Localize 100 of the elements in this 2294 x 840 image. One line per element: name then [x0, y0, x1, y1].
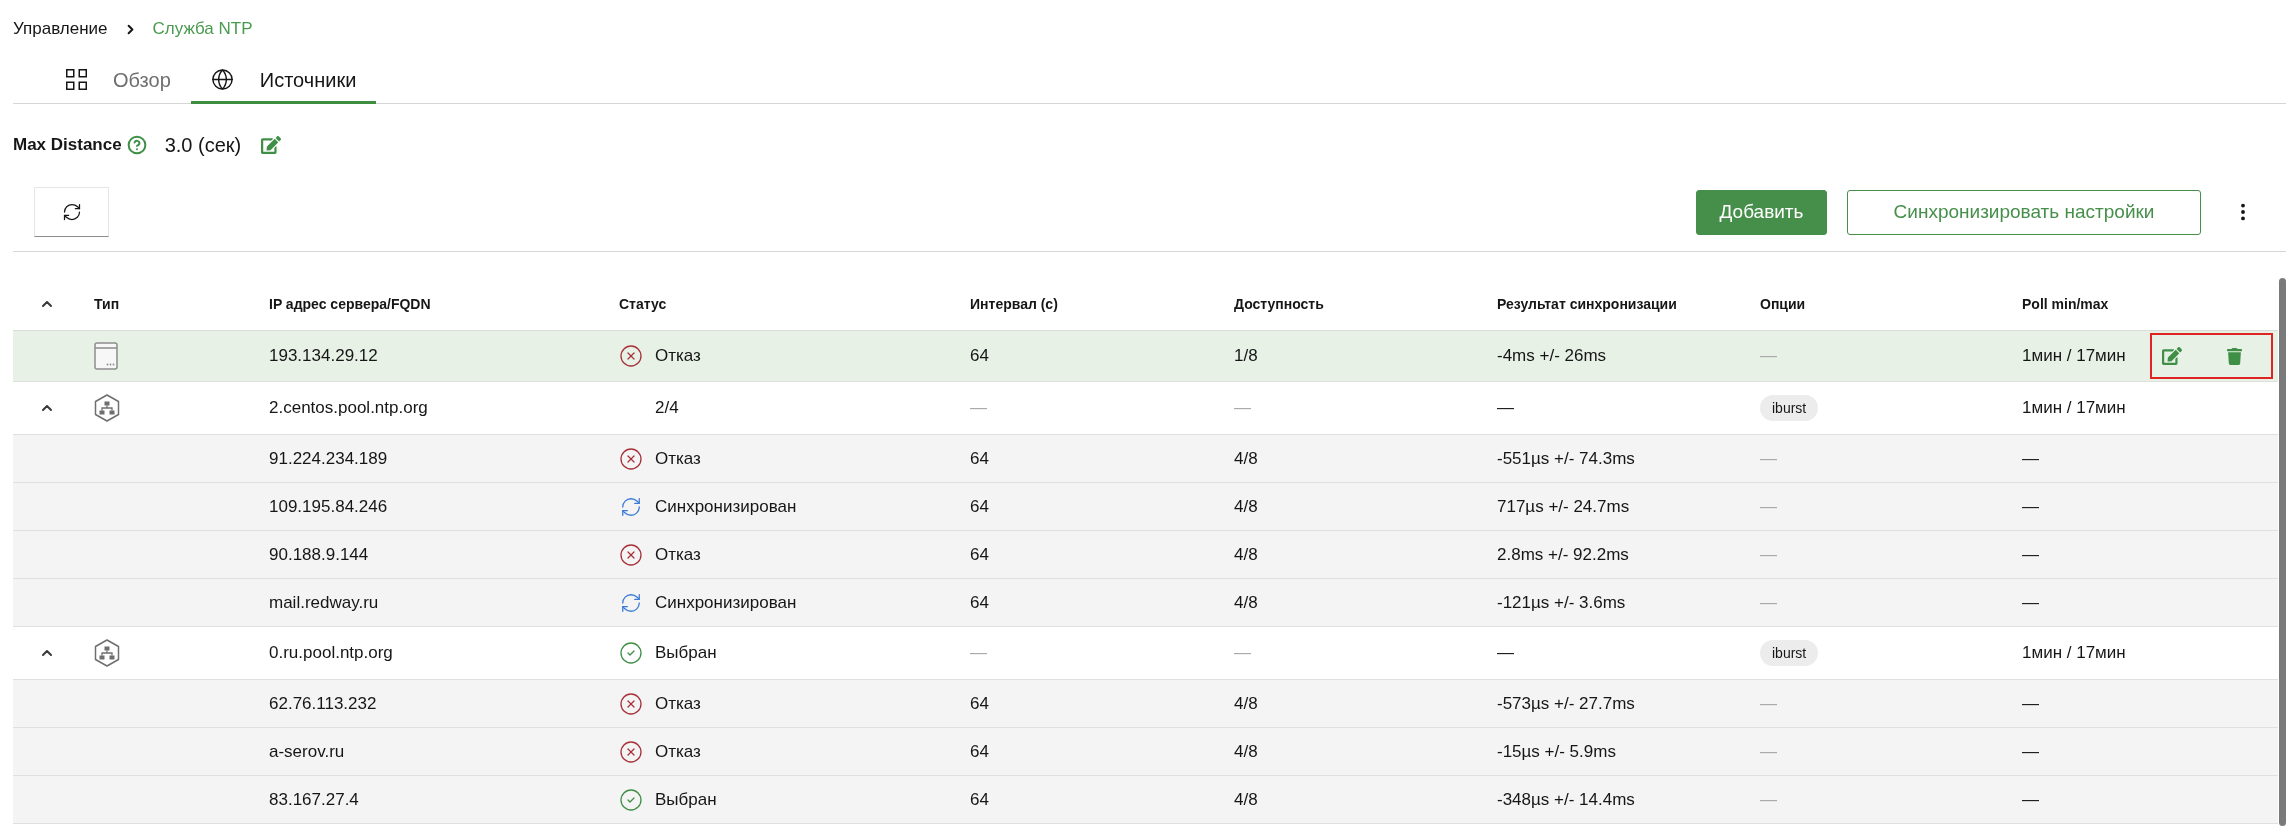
field-value: 3.0 (сек) [164, 133, 242, 158]
tab[interactable]: Обзор [46, 58, 191, 104]
table-cell: — [2022, 592, 2039, 612]
table-cell: — [970, 398, 987, 418]
x-circle-icon [619, 446, 643, 471]
document-icon [94, 342, 118, 370]
breadcrumb-link[interactable]: Управление [13, 16, 108, 42]
table-cell: 4/8 [1234, 693, 1258, 713]
table-cell: mail.redway.ru [269, 592, 379, 612]
table-row[interactable]: 193.134.29.12 Отказ 64 1/8 -4ms +/- 26ms — 1мин / 17мин [13, 331, 2278, 382]
table-row[interactable]: 109.195.84.246 Синхронизирован 64 4/8 717µs +/- 24.7ms — — [13, 483, 2278, 531]
table-row[interactable]: 91.224.234.189 Отказ 64 4/8 -551µs +/- 74.3ms — — [13, 435, 2278, 483]
table-row[interactable]: mail.redway.ru Синхронизирован 64 4/8 -121µs +/- 3.6ms — — [13, 579, 2278, 627]
field-label: Max Distance [13, 134, 122, 157]
table-cell: 4/8 [1234, 496, 1258, 516]
table-cell: — [2022, 741, 2039, 761]
x-circle-icon [619, 344, 643, 368]
table-cell: 1мин / 17мин [2022, 346, 2126, 366]
trash-icon[interactable] [2226, 347, 2243, 365]
table-cell: 193.134.29.12 [269, 346, 378, 366]
table-cell: -121µs +/- 3.6ms [1497, 592, 1626, 612]
column-header: Интервал (с) [970, 295, 1058, 312]
sync-arrows-icon [620, 495, 642, 518]
option-tag: iburst [1760, 640, 1819, 667]
option-tag: iburst [1760, 395, 1819, 422]
table-cell: — [1760, 741, 1777, 761]
column-header: Poll min/max [2022, 295, 2109, 312]
table-cell: 83.167.27.4 [269, 789, 359, 809]
table-cell: — [1760, 789, 1777, 809]
column-header: IP адрес сервера/FQDN [269, 295, 431, 312]
table-cell: 62.76.113.232 [269, 693, 377, 713]
table-cell: 0.ru.pool.ntp.org [269, 643, 393, 663]
table-cell: 64 [970, 346, 989, 366]
table-cell: — [1234, 643, 1251, 663]
edit-icon[interactable] [261, 135, 282, 155]
hexagon-hierarchy-icon [94, 394, 120, 422]
column-header: Опции [1760, 295, 1806, 312]
check-circle-icon [619, 641, 643, 665]
table-cell: — [1497, 398, 1514, 418]
table-cell: — [2022, 448, 2039, 468]
table-cell: — [2022, 693, 2039, 713]
table-cell: 64 [970, 448, 989, 468]
table-cell: 717µs +/- 24.7ms [1497, 496, 1630, 516]
table-cell: — [2022, 789, 2039, 809]
status-label: Отказ [655, 543, 701, 566]
status-label: 2/4 [655, 397, 679, 420]
x-circle-icon [619, 542, 643, 567]
table-row[interactable]: a-serov.ru Отказ 64 4/8 -15µs +/- 5.9ms — — [13, 728, 2278, 776]
table-cell: — [1234, 398, 1251, 418]
status-label: Отказ [655, 345, 701, 368]
x-circle-icon [619, 691, 643, 716]
table-cell: 1/8 [1234, 346, 1258, 366]
table-cell: — [970, 643, 987, 663]
table-cell: -4ms +/- 26ms [1497, 346, 1607, 366]
table-cell: -551µs +/- 74.3ms [1497, 448, 1635, 468]
table-cell: 4/8 [1234, 592, 1258, 612]
scrollbar-thumb[interactable] [2279, 278, 2286, 826]
column-header: Результат синхронизации [1497, 295, 1677, 312]
table-cell: 64 [970, 544, 989, 564]
table-cell: 4/8 [1234, 789, 1258, 809]
table-cell: — [1760, 693, 1777, 713]
column-header: Доступность [1234, 295, 1324, 312]
status-label: Выбран [655, 788, 717, 811]
table-cell: 4/8 [1234, 448, 1258, 468]
table-cell: 1мин / 17мин [2022, 643, 2126, 663]
refresh-button[interactable] [34, 187, 109, 237]
status-label: Отказ [655, 447, 701, 470]
table-cell: — [1760, 544, 1777, 564]
table-cell: 64 [970, 496, 989, 516]
table-cell: — [2022, 496, 2039, 516]
status-label: Отказ [655, 740, 701, 763]
refresh-icon [61, 202, 82, 222]
add-button[interactable]: Добавить [1696, 189, 1827, 235]
table-cell: 64 [970, 789, 989, 809]
table-row[interactable]: 83.167.27.4 Выбран 64 4/8 -348µs +/- 14.4ms — — [13, 776, 2278, 824]
table-row[interactable]: 62.76.113.232 Отказ 64 4/8 -573µs +/- 27.7ms — — [13, 680, 2278, 728]
sync-settings-button[interactable]: Синхронизировать настройки [1847, 189, 2201, 235]
table-row[interactable]: 90.188.9.144 Отказ 64 4/8 2.8ms +/- 92.2ms — — [13, 531, 2278, 579]
edit-icon[interactable] [2162, 346, 2182, 366]
table-cell: — [2022, 544, 2039, 564]
table-cell: 109.195.84.246 [269, 496, 388, 516]
tab[interactable]: Источники [190, 58, 377, 104]
status-label: Отказ [655, 692, 701, 715]
table-cell: 2.centos.pool.ntp.org [269, 398, 428, 418]
hexagon-hierarchy-icon [94, 639, 120, 667]
table-cell: — [1760, 448, 1777, 468]
table-cell: a-serov.ru [269, 741, 345, 761]
sync-arrows-icon [620, 591, 642, 614]
table-cell: -573µs +/- 27.7ms [1497, 693, 1635, 713]
table-cell: -348µs +/- 14.4ms [1497, 789, 1635, 809]
help-icon[interactable] [126, 135, 147, 155]
column-header: Тип [94, 295, 120, 312]
check-circle-icon [619, 787, 643, 812]
table-cell: 90.188.9.144 [269, 544, 369, 564]
table-cell: 2.8ms +/- 92.2ms [1497, 544, 1629, 564]
x-circle-icon [619, 739, 643, 764]
status-label: Выбран [655, 642, 717, 665]
table-cell: 91.224.234.189 [269, 448, 388, 468]
table-cell: 1мин / 17мин [2022, 398, 2126, 418]
table-cell: — [1760, 496, 1777, 516]
